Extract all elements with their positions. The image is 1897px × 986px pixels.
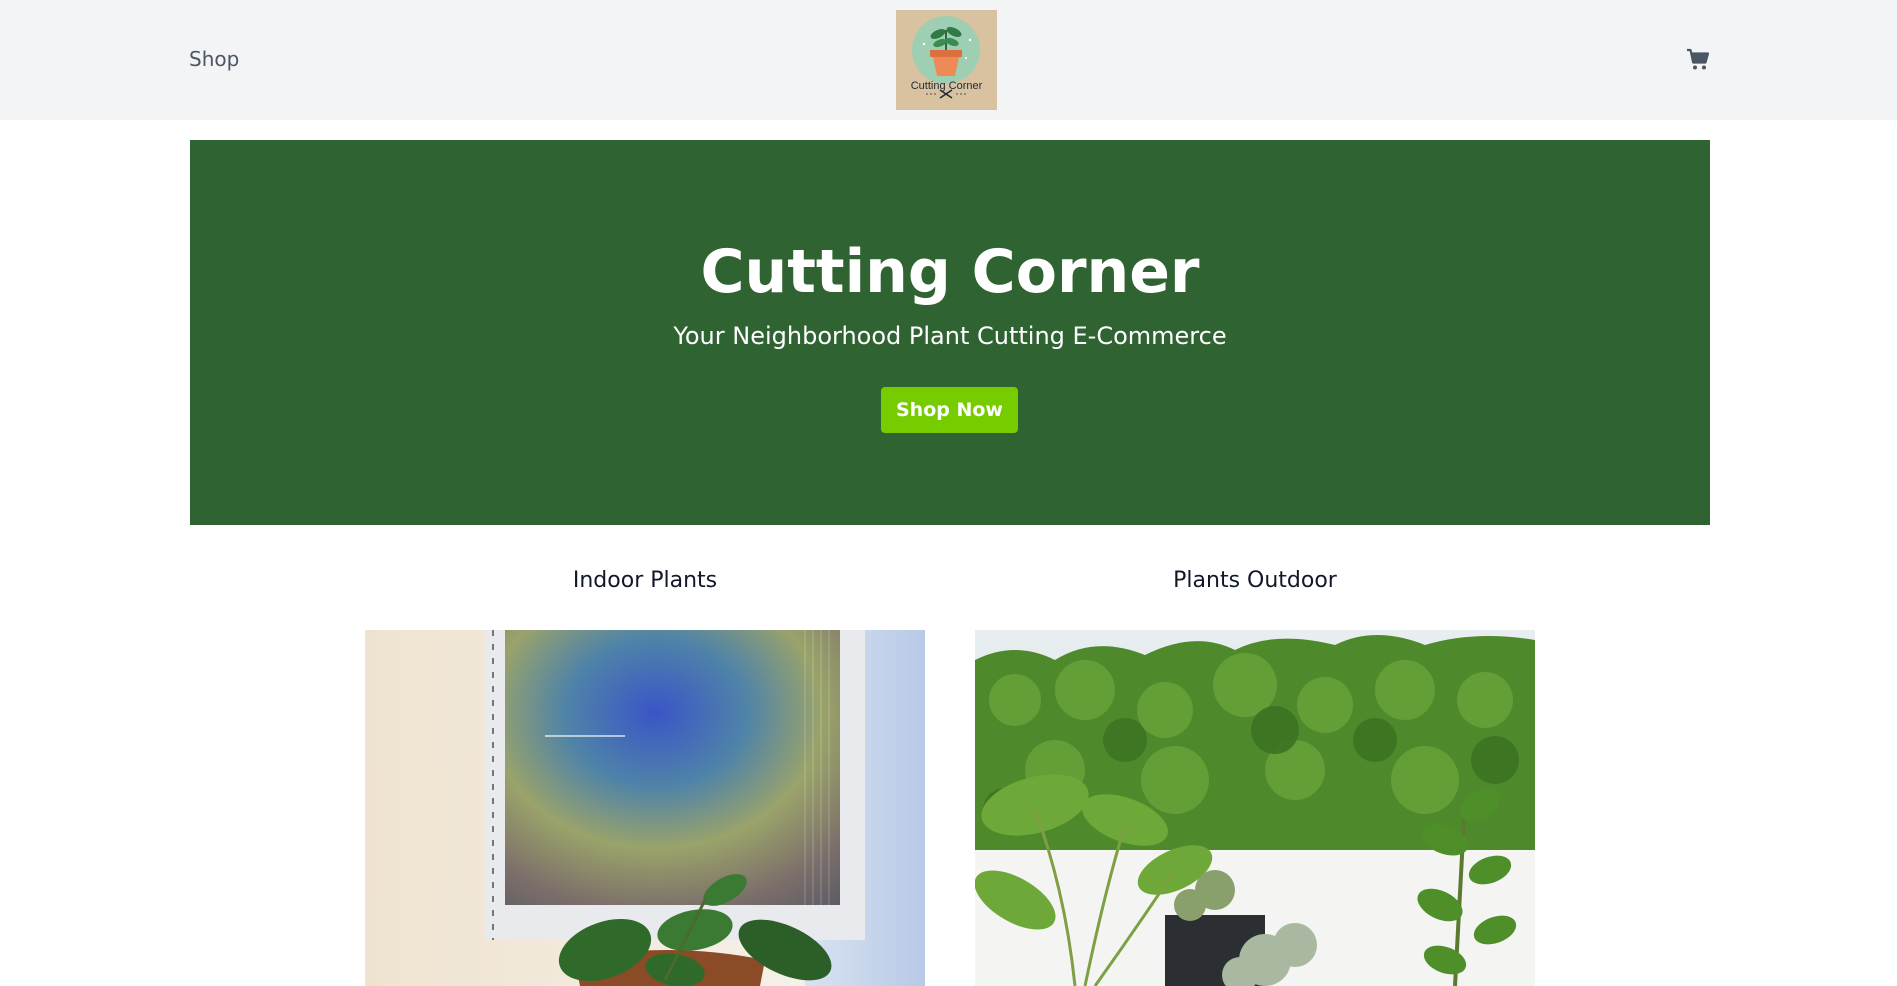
outdoor-plants-photo xyxy=(975,630,1535,986)
outdoor-plants-card[interactable] xyxy=(975,630,1535,986)
logo-image xyxy=(896,10,997,110)
hero-title: Cutting Corner xyxy=(700,237,1200,307)
hero-banner: Cutting Corner Your Neighborhood Plant C… xyxy=(190,140,1710,525)
category-title-outdoor: Plants Outdoor xyxy=(1173,568,1337,593)
cart-icon[interactable] xyxy=(1686,48,1710,72)
logo-text: Cutting Corner xyxy=(910,80,983,92)
category-title-indoor: Indoor Plants xyxy=(572,568,718,593)
site-header: Shop Cutting Corner xyxy=(0,0,1897,120)
site-logo[interactable]: Cutting Corner xyxy=(896,10,997,110)
indoor-plant-photo xyxy=(365,630,925,986)
hero-subtitle: Your Neighborhood Plant Cutting E-Commer… xyxy=(673,322,1227,350)
shop-now-button[interactable]: Shop Now xyxy=(881,387,1018,433)
nav-shop-link[interactable]: Shop xyxy=(189,47,239,71)
indoor-plants-card[interactable] xyxy=(365,630,925,986)
